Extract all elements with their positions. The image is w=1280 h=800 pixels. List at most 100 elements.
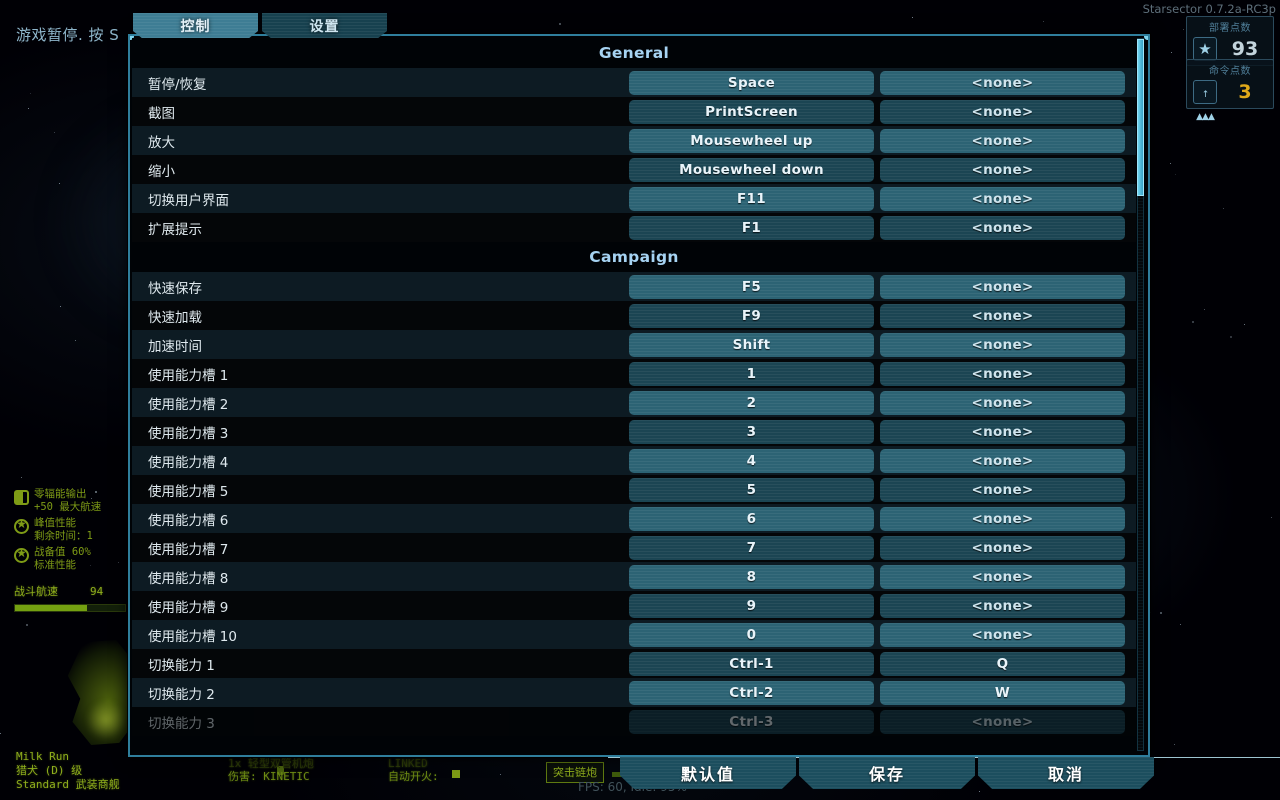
secondary-key-button[interactable]: <none>: [880, 448, 1125, 473]
star: [1230, 336, 1232, 338]
secondary-key-button[interactable]: <none>: [880, 99, 1125, 124]
stat-line-1: 零辐能输出: [34, 488, 87, 500]
primary-key-button[interactable]: 7: [629, 535, 874, 560]
scrollbar-thumb[interactable]: [1137, 39, 1144, 196]
keybinding-label: 扩展提示: [148, 221, 202, 238]
stat-text: 零辐能输出 +50 最大航速: [34, 488, 101, 514]
stat-line-2: 标准性能: [34, 559, 76, 571]
secondary-key-button[interactable]: <none>: [880, 535, 1125, 560]
secondary-key-button[interactable]: <none>: [880, 361, 1125, 386]
keybinding-row: 使用能力槽 8 8 <none>: [132, 562, 1136, 591]
primary-key-button[interactable]: 6: [629, 506, 874, 531]
primary-key-button[interactable]: F9: [629, 303, 874, 328]
pause-notice: 游戏暂停. 按 S: [16, 26, 120, 44]
settings-tabbar: 控制 设置: [133, 13, 387, 38]
panel-corner-handle: [1144, 36, 1148, 40]
secondary-key-button[interactable]: <none>: [880, 70, 1125, 95]
stat-line-2: +50 最大航速: [34, 501, 102, 513]
deploy-points-value: 93: [1231, 38, 1259, 60]
flux-vent-icon: [14, 490, 29, 505]
keybinding-row: 使用能力槽 5 5 <none>: [132, 475, 1136, 504]
secondary-key-button[interactable]: <none>: [880, 593, 1125, 618]
weapon-link-mode-label: LINKED: [388, 757, 428, 770]
primary-key-button[interactable]: 0: [629, 622, 874, 647]
weapon-damage-label: 伤害: KINETIC: [228, 770, 310, 783]
secondary-key-button[interactable]: W: [880, 680, 1125, 705]
secondary-key-button[interactable]: <none>: [880, 709, 1125, 734]
secondary-key-button[interactable]: <none>: [880, 564, 1125, 589]
autofire-toggle-indicator[interactable]: [452, 770, 460, 778]
cancel-button[interactable]: 取消: [978, 757, 1154, 789]
keybinding-row: 使用能力槽 7 7 <none>: [132, 533, 1136, 562]
secondary-key-button[interactable]: <none>: [880, 274, 1125, 299]
star: [500, 774, 501, 775]
secondary-key-button[interactable]: <none>: [880, 419, 1125, 444]
star: [59, 183, 60, 184]
keybinding-label: 快速加载: [148, 309, 202, 326]
save-button[interactable]: 保存: [799, 757, 975, 789]
command-points-box: 命令点数 ↑ ▲▲▲ 3: [1186, 59, 1274, 122]
secondary-key-button[interactable]: <none>: [880, 506, 1125, 531]
primary-key-button[interactable]: PrintScreen: [629, 99, 874, 124]
secondary-key-button[interactable]: <none>: [880, 157, 1125, 182]
keybinding-row: 切换用户界面 F11 <none>: [132, 184, 1136, 213]
tab-controls[interactable]: 控制: [133, 13, 258, 38]
primary-key-button[interactable]: 5: [629, 477, 874, 502]
star: [912, 17, 913, 18]
primary-key-button[interactable]: F5: [629, 274, 874, 299]
keybinding-row: 使用能力槽 3 3 <none>: [132, 417, 1136, 446]
keybinding-label: 缩小: [148, 163, 175, 180]
primary-key-button[interactable]: 2: [629, 390, 874, 415]
star: [1175, 174, 1176, 175]
star: [1204, 309, 1205, 310]
secondary-key-button[interactable]: <none>: [880, 332, 1125, 357]
defaults-button[interactable]: 默认值: [620, 757, 796, 789]
primary-key-button[interactable]: 9: [629, 593, 874, 618]
primary-key-button[interactable]: Mousewheel down: [629, 157, 874, 182]
primary-key-button[interactable]: 8: [629, 564, 874, 589]
star-badge-icon: ★: [1193, 37, 1217, 61]
primary-key-button[interactable]: Shift: [629, 332, 874, 357]
keybinding-row: 使用能力槽 1 1 <none>: [132, 359, 1136, 388]
keybinding-row: 暂停/恢复 Space <none>: [132, 68, 1136, 97]
keybinding-label: 加速时间: [148, 338, 202, 355]
primary-key-button[interactable]: F11: [629, 186, 874, 211]
primary-key-button[interactable]: Mousewheel up: [629, 128, 874, 153]
secondary-key-button[interactable]: <none>: [880, 622, 1125, 647]
keybinding-row: 切换能力 2 Ctrl-2 W: [132, 678, 1136, 707]
keybindings-scroll-area[interactable]: General 暂停/恢复 Space <none> 截图 PrintScreen <non…: [132, 38, 1136, 753]
version-label: Starsector 0.7.2a-RC3p: [1142, 2, 1276, 16]
stat-row: 零辐能输出 +50 最大航速: [14, 488, 144, 514]
primary-key-button[interactable]: 1: [629, 361, 874, 386]
secondary-key-button[interactable]: <none>: [880, 215, 1125, 240]
star-icon: [14, 517, 29, 534]
primary-key-button[interactable]: Space: [629, 70, 874, 95]
primary-key-button[interactable]: Ctrl-3: [629, 709, 874, 734]
star: [75, 340, 76, 341]
secondary-key-button[interactable]: <none>: [880, 186, 1125, 211]
primary-key-button[interactable]: F1: [629, 215, 874, 240]
keybinding-row: 使用能力槽 4 4 <none>: [132, 446, 1136, 475]
secondary-key-button[interactable]: <none>: [880, 390, 1125, 415]
tab-settings[interactable]: 设置: [262, 13, 387, 38]
keybinding-row: 快速加载 F9 <none>: [132, 301, 1136, 330]
star: [1271, 517, 1272, 518]
keybinding-row: 快速保存 F5 <none>: [132, 272, 1136, 301]
primary-key-button[interactable]: Ctrl-2: [629, 680, 874, 705]
command-points-caption: 命令点数: [1209, 66, 1251, 77]
primary-key-button[interactable]: 3: [629, 419, 874, 444]
keybinding-row: 切换能力 3 Ctrl-3 <none>: [132, 707, 1136, 736]
secondary-key-button[interactable]: Q: [880, 651, 1125, 676]
star: [21, 477, 22, 478]
secondary-key-button[interactable]: <none>: [880, 128, 1125, 153]
keybinding-row: 加速时间 Shift <none>: [132, 330, 1136, 359]
secondary-key-button[interactable]: <none>: [880, 477, 1125, 502]
keybinding-row: 截图 PrintScreen <none>: [132, 97, 1136, 126]
section-header: Campaign: [132, 242, 1136, 272]
secondary-key-button[interactable]: <none>: [880, 303, 1125, 328]
keybinding-row: 切换能力 1 Ctrl-1 Q: [132, 649, 1136, 678]
speed-bar-fill: [15, 605, 87, 611]
star: [979, 791, 980, 792]
primary-key-button[interactable]: Ctrl-1: [629, 651, 874, 676]
primary-key-button[interactable]: 4: [629, 448, 874, 473]
